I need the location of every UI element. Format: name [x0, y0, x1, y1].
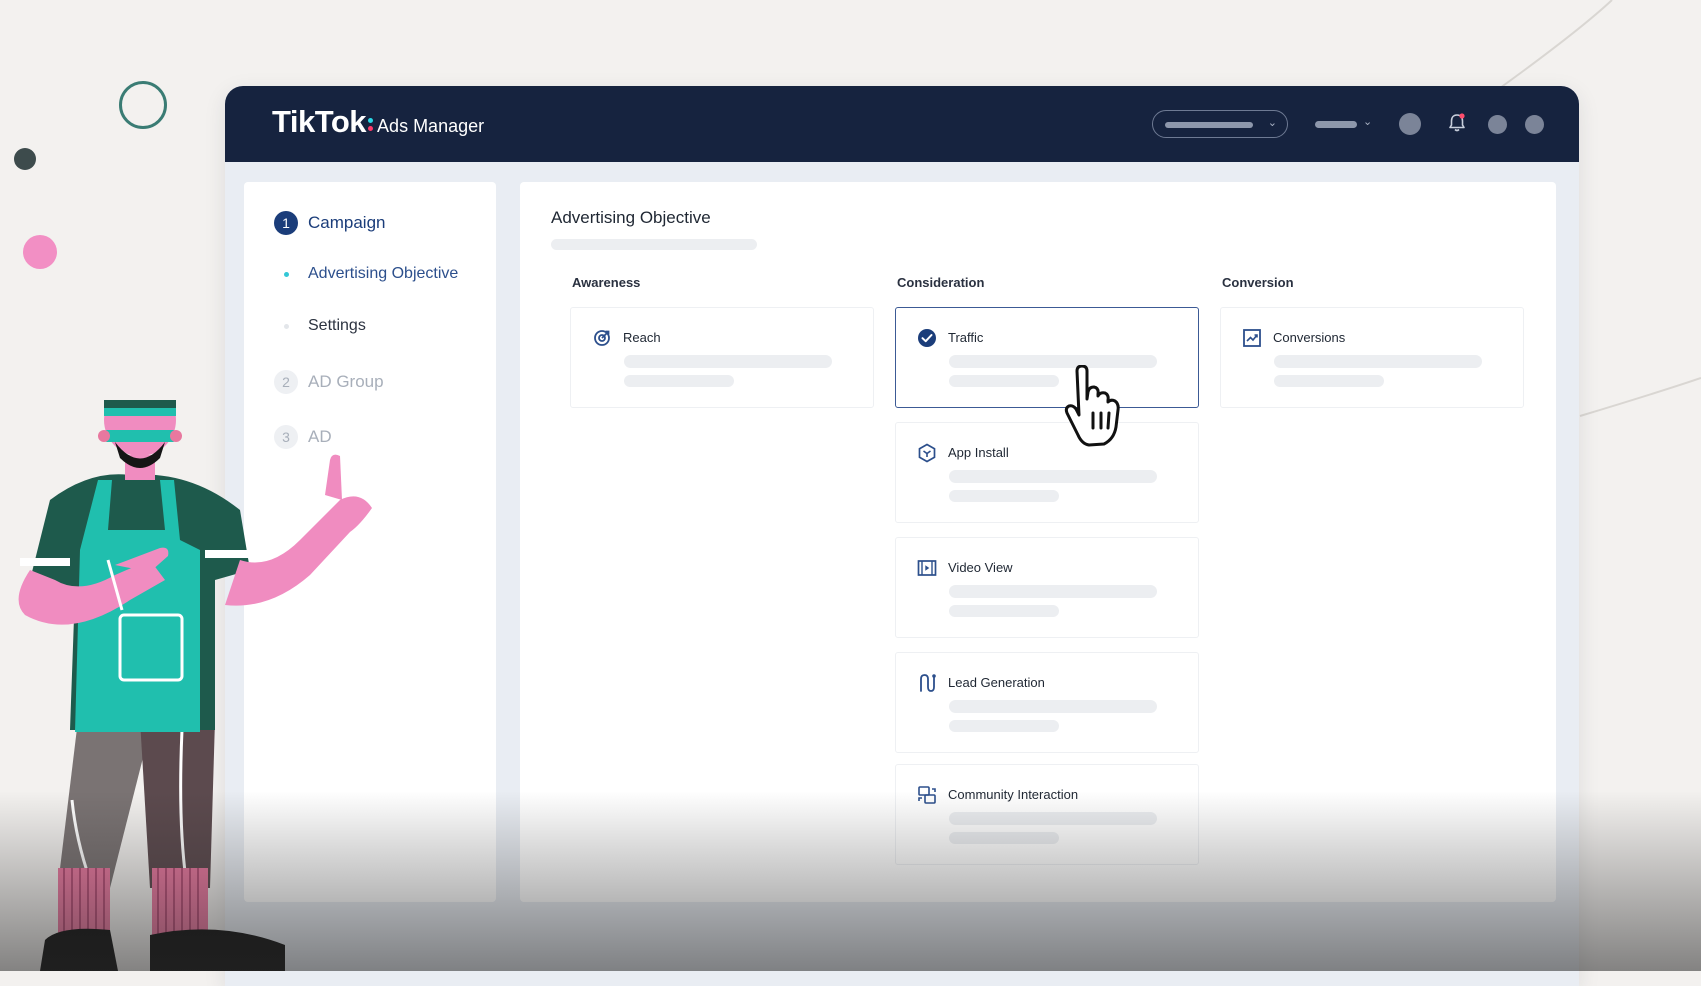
card-label: Conversions	[1273, 330, 1346, 345]
brand: TikTok Ads Manager	[272, 104, 484, 140]
card-label: Video View	[948, 560, 1013, 575]
substep-advertising-objective[interactable]: Advertising Objective	[284, 265, 458, 283]
card-label: Community Interaction	[948, 787, 1079, 802]
avatar[interactable]	[1399, 113, 1421, 135]
card-label: App Install	[948, 445, 1009, 460]
tiktok-logo: TikTok	[272, 104, 367, 139]
step-label: Campaign	[308, 213, 386, 232]
objective-card-video-view[interactable]: Video View	[895, 537, 1199, 638]
hand-cursor-icon	[1064, 365, 1120, 447]
check-circle-icon	[918, 329, 936, 347]
column-heading-consideration: Consideration	[897, 275, 985, 290]
description-placeholder	[949, 470, 1157, 483]
description-placeholder	[949, 605, 1059, 617]
step-label: AD Group	[308, 372, 384, 391]
target-icon	[594, 330, 610, 346]
objective-card-lead-generation[interactable]: Lead Generation	[895, 652, 1199, 753]
top-navigation-bar: TikTok Ads Manager ⌄ ⌄	[225, 86, 1579, 162]
ads-manager-window: TikTok Ads Manager ⌄ ⌄ 1 Campaign Advert	[225, 86, 1579, 986]
description-placeholder	[949, 832, 1059, 844]
chart-up-icon	[1243, 329, 1261, 347]
column-heading-conversion: Conversion	[1222, 275, 1294, 290]
step-ad-group[interactable]: 2 AD Group	[274, 370, 384, 394]
step-number: 1	[274, 211, 298, 235]
decorative-ring	[119, 81, 167, 129]
description-placeholder	[1274, 375, 1384, 387]
logo-dots-icon	[368, 116, 374, 132]
language-selector[interactable]: ⌄	[1315, 112, 1377, 136]
card-label: Traffic	[948, 330, 984, 345]
help-icon[interactable]	[1488, 115, 1507, 134]
film-icon	[917, 560, 937, 576]
description-placeholder	[949, 720, 1059, 732]
description-placeholder	[624, 355, 832, 368]
step-campaign[interactable]: 1 Campaign	[274, 211, 386, 235]
decorative-dot-dark	[14, 148, 36, 170]
objective-card-community-interaction[interactable]: Community Interaction	[895, 764, 1199, 865]
description-placeholder	[949, 700, 1157, 713]
objective-card-reach[interactable]: Reach	[570, 307, 874, 408]
description-placeholder	[949, 585, 1157, 598]
substep-label: Settings	[308, 317, 366, 334]
chevron-down-icon: ⌄	[1363, 116, 1373, 128]
objective-panel: Advertising Objective Awareness Consider…	[520, 182, 1556, 902]
active-dot-icon	[284, 271, 289, 277]
description-placeholder	[1274, 355, 1482, 368]
account-selector[interactable]: ⌄	[1152, 110, 1288, 138]
subtitle-placeholder	[551, 239, 757, 250]
objective-card-conversions[interactable]: Conversions	[1220, 307, 1524, 408]
product-name: Ads Manager	[377, 116, 485, 136]
community-icon	[918, 786, 936, 804]
description-placeholder	[949, 490, 1059, 502]
description-placeholder	[949, 375, 1059, 387]
settings-icon[interactable]	[1525, 115, 1544, 134]
card-label: Reach	[623, 330, 661, 345]
substep-label: Advertising Objective	[308, 265, 459, 282]
substep-settings[interactable]: Settings	[284, 317, 366, 335]
description-placeholder	[624, 375, 734, 387]
funnel-icon	[920, 674, 936, 692]
bell-icon[interactable]	[1447, 112, 1467, 134]
hexagon-icon	[918, 443, 936, 463]
objective-card-app-install[interactable]: App Install	[895, 422, 1199, 523]
card-label: Lead Generation	[948, 675, 1045, 690]
step-number: 2	[274, 370, 298, 394]
objective-card-traffic[interactable]: Traffic	[895, 307, 1199, 408]
description-placeholder	[949, 812, 1157, 825]
presenter-illustration	[18, 400, 372, 971]
idle-dot-icon	[284, 323, 289, 329]
column-heading-awareness: Awareness	[572, 275, 641, 290]
chevron-down-icon: ⌄	[1267, 117, 1277, 129]
decorative-dot-pink	[23, 235, 57, 269]
page-title: Advertising Objective	[551, 208, 711, 227]
